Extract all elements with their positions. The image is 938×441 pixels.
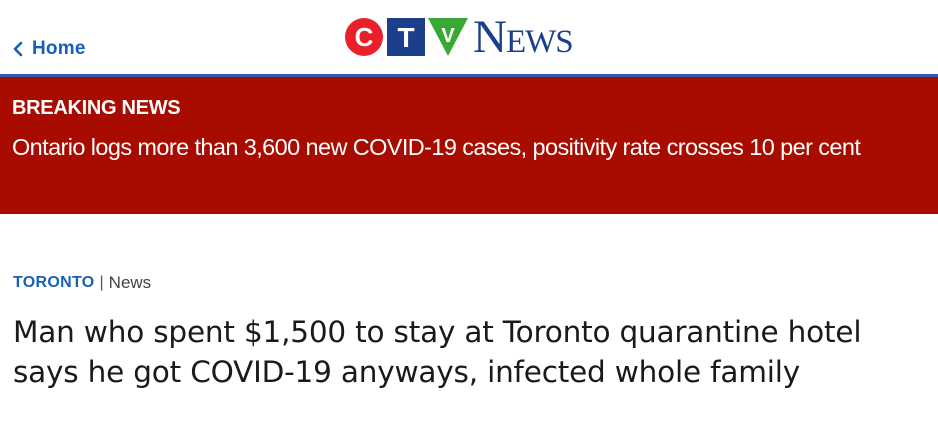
section-link[interactable]: TORONTO bbox=[13, 274, 95, 292]
article-kicker: TORONTO | News bbox=[13, 273, 151, 293]
logo-wordmark: News bbox=[473, 11, 574, 63]
breaking-news-label: BREAKING NEWS bbox=[12, 97, 181, 119]
article-type: News bbox=[108, 273, 152, 292]
site-header: Home C T V News bbox=[0, 0, 938, 74]
home-link[interactable]: Home bbox=[12, 38, 86, 60]
breaking-news-headline[interactable]: Ontario logs more than 3,600 new COVID-1… bbox=[12, 133, 938, 162]
logo-letter-t: T bbox=[397, 22, 414, 53]
breaking-news-banner: BREAKING NEWS Ontario logs more than 3,6… bbox=[0, 77, 938, 214]
ctv-news-logo[interactable]: C T V News bbox=[344, 11, 574, 63]
chevron-left-icon bbox=[13, 41, 23, 57]
ctv-logo-mark: C T V bbox=[345, 18, 468, 56]
kicker-separator: | bbox=[99, 274, 104, 291]
logo-letter-v: V bbox=[441, 25, 455, 47]
logo-letter-c: C bbox=[355, 22, 374, 52]
home-label: Home bbox=[32, 38, 86, 59]
article-headline: Man who spent $1,500 to stay at Toronto … bbox=[13, 315, 862, 389]
